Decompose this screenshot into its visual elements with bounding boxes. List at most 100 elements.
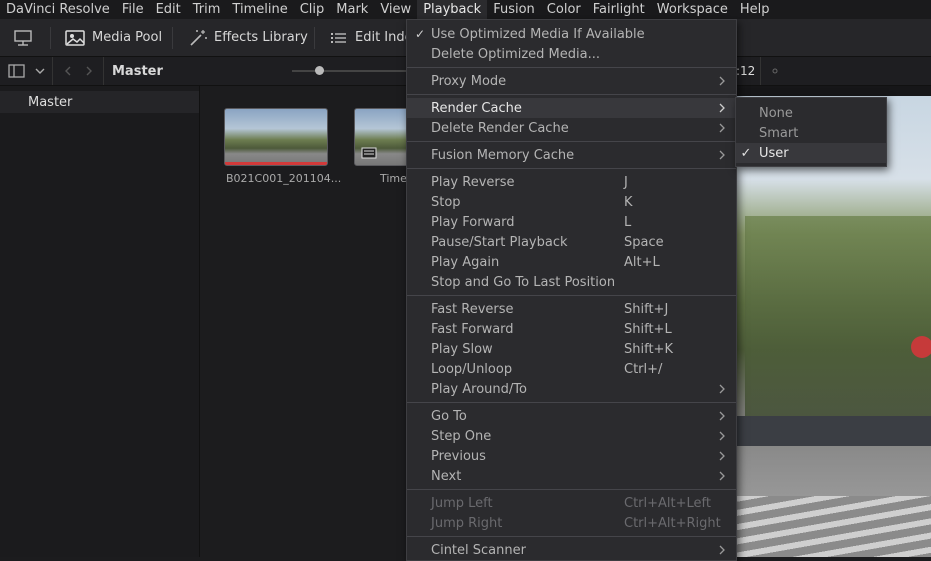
- submenu-arrow-icon: [719, 103, 725, 113]
- sidebar-item-master[interactable]: Master: [0, 91, 199, 113]
- menu-item-fast-reverse[interactable]: Fast Reverse Shift+J: [407, 299, 736, 319]
- submenu-item-none[interactable]: None: [736, 103, 886, 123]
- menu-file[interactable]: File: [116, 0, 150, 19]
- menu-item-play-slow[interactable]: Play Slow Shift+K: [407, 339, 736, 359]
- menu-item-previous[interactable]: Previous: [407, 446, 736, 466]
- media-pool-label: Media Pool: [92, 30, 163, 45]
- subbar-divider: [760, 57, 761, 85]
- menu-workspace[interactable]: Workspace: [651, 0, 734, 19]
- submenu-arrow-icon: [719, 384, 725, 394]
- submenu-item-user[interactable]: ✓ User: [736, 143, 886, 163]
- menu-item-shortcut: L: [624, 214, 632, 230]
- chevron-down-icon: [35, 68, 45, 74]
- menu-item-loop-unloop[interactable]: Loop/Unloop Ctrl+/: [407, 359, 736, 379]
- menu-item-render-cache[interactable]: Render Cache: [407, 98, 736, 118]
- menu-item-jump-left[interactable]: Jump Left Ctrl+Alt+Left: [407, 493, 736, 513]
- slider-handle[interactable]: [315, 66, 324, 75]
- submenu-arrow-icon: [719, 76, 725, 86]
- menu-item-play-again[interactable]: Play Again Alt+L: [407, 252, 736, 272]
- magic-wand-icon: [190, 29, 207, 46]
- viewer-options-button[interactable]: [771, 57, 779, 85]
- menu-clip[interactable]: Clip: [294, 0, 331, 19]
- menu-item-delete-render-cache[interactable]: Delete Render Cache: [407, 118, 736, 138]
- menu-separator: [407, 295, 736, 296]
- check-icon: ✓: [414, 27, 426, 41]
- menu-help[interactable]: Help: [734, 0, 776, 19]
- media-pool-area: B021C001_201104... Time: [200, 86, 416, 557]
- menu-item-label: Jump Right: [431, 515, 503, 531]
- menu-item-shortcut: J: [624, 174, 628, 190]
- timeline-icon: [361, 147, 377, 159]
- menu-item-play-around-to[interactable]: Play Around/To: [407, 379, 736, 399]
- menu-separator: [407, 402, 736, 403]
- menu-item-label: Play Again: [431, 254, 500, 270]
- forward-button[interactable]: [83, 57, 95, 85]
- menu-mark[interactable]: Mark: [330, 0, 374, 19]
- menu-davinci-resolve[interactable]: DaVinci Resolve: [0, 0, 116, 19]
- menu-item-proxy-mode[interactable]: Proxy Mode: [407, 71, 736, 91]
- menu-item-label: Use Optimized Media If Available: [431, 26, 645, 42]
- menu-item-label: Render Cache: [431, 100, 522, 116]
- menu-item-play-forward[interactable]: Play Forward L: [407, 212, 736, 232]
- dot-icon: [772, 68, 778, 74]
- subbar-divider: [52, 57, 53, 85]
- submenu-arrow-icon: [719, 123, 725, 133]
- playback-menu: ✓ Use Optimized Media If Available Delet…: [406, 19, 737, 561]
- menu-timeline[interactable]: Timeline: [226, 0, 293, 19]
- subbar-divider: [103, 57, 104, 85]
- menu-separator: [407, 168, 736, 169]
- clip-thumbnail-image: [224, 108, 328, 166]
- menu-item-pause-start-playback[interactable]: Pause/Start Playback Space: [407, 232, 736, 252]
- menu-separator: [407, 536, 736, 537]
- effects-library-label: Effects Library: [214, 30, 308, 45]
- monitor-icon: [14, 29, 32, 46]
- menu-playback[interactable]: Playback: [417, 0, 488, 19]
- effects-library-button[interactable]: Effects Library: [188, 19, 308, 56]
- menu-item-fast-forward[interactable]: Fast Forward Shift+L: [407, 319, 736, 339]
- menu-item-go-to[interactable]: Go To: [407, 406, 736, 426]
- toolbar-divider: [172, 27, 173, 49]
- menu-item-next[interactable]: Next: [407, 466, 736, 486]
- menu-item-stop[interactable]: Stop K: [407, 192, 736, 212]
- menu-view[interactable]: View: [374, 0, 417, 19]
- menu-item-label: Next: [431, 468, 462, 484]
- menu-item-stop-and-go-to-last-position[interactable]: Stop and Go To Last Position: [407, 272, 736, 292]
- menu-bar: DaVinci Resolve File Edit Trim Timeline …: [0, 0, 931, 19]
- back-button[interactable]: [62, 57, 74, 85]
- chevron-left-icon: [65, 66, 71, 76]
- menu-item-jump-right[interactable]: Jump Right Ctrl+Alt+Right: [407, 513, 736, 533]
- sidebar-toggle-icon: [8, 64, 25, 78]
- menu-item-shortcut: Shift+L: [624, 321, 672, 337]
- panel-toggle-button[interactable]: [8, 57, 26, 85]
- submenu-arrow-icon: [719, 431, 725, 441]
- menu-trim[interactable]: Trim: [187, 0, 227, 19]
- media-pool-button[interactable]: Media Pool: [64, 19, 162, 56]
- menu-item-use-optimized-media[interactable]: ✓ Use Optimized Media If Available: [407, 24, 736, 44]
- monitor-button[interactable]: [12, 19, 40, 56]
- panel-dropdown-button[interactable]: [34, 57, 46, 85]
- menu-item-delete-optimized-media[interactable]: Delete Optimized Media...: [407, 44, 736, 64]
- menu-fusion[interactable]: Fusion: [487, 0, 541, 19]
- menu-item-label: Delete Render Cache: [431, 120, 569, 136]
- menu-item-play-reverse[interactable]: Play Reverse J: [407, 172, 736, 192]
- clip-usage-bar: [225, 162, 327, 165]
- menu-separator: [407, 67, 736, 68]
- submenu-item-smart[interactable]: Smart: [736, 123, 886, 143]
- menu-item-label: Play Reverse: [431, 174, 515, 190]
- menu-fairlight[interactable]: Fairlight: [587, 0, 651, 19]
- edit-index-button[interactable]: Edit Inde: [329, 19, 413, 56]
- submenu-arrow-icon: [719, 545, 725, 555]
- menu-item-label: Go To: [431, 408, 467, 424]
- menu-separator: [407, 94, 736, 95]
- menu-color[interactable]: Color: [541, 0, 587, 19]
- menu-item-label: Step One: [431, 428, 492, 444]
- menu-item-label: Fusion Memory Cache: [431, 147, 575, 163]
- menu-item-shortcut: Space: [624, 234, 664, 250]
- menu-item-fusion-memory-cache[interactable]: Fusion Memory Cache: [407, 145, 736, 165]
- menu-item-cintel-scanner[interactable]: Cintel Scanner: [407, 540, 736, 560]
- submenu-item-label: None: [759, 105, 793, 121]
- menu-edit[interactable]: Edit: [150, 0, 187, 19]
- menu-item-step-one[interactable]: Step One: [407, 426, 736, 446]
- menu-item-label: Jump Left: [431, 495, 493, 511]
- thumbnail-size-slider[interactable]: [292, 57, 406, 85]
